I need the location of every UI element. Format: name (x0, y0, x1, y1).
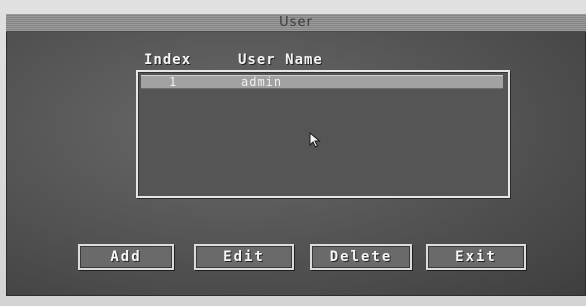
row-index: 1 (169, 75, 177, 89)
row-username: admin (241, 75, 283, 89)
mouse-pointer-icon (309, 132, 321, 148)
column-header-index[interactable]: Index (144, 52, 191, 68)
title-bar: User (6, 14, 586, 32)
exit-button[interactable]: Exit (426, 244, 526, 270)
screen: User Index User Name 1 admin Add Edit De… (0, 0, 586, 306)
edit-button[interactable]: Edit (194, 244, 294, 270)
user-list[interactable]: 1 admin (136, 70, 510, 198)
add-button[interactable]: Add (78, 244, 174, 270)
user-list-row[interactable]: 1 admin (141, 75, 503, 89)
user-dialog: User Index User Name 1 admin Add Edit De… (6, 14, 586, 296)
column-header-username[interactable]: User Name (238, 52, 323, 68)
delete-button[interactable]: Delete (310, 244, 412, 270)
window-title: User (279, 15, 313, 30)
